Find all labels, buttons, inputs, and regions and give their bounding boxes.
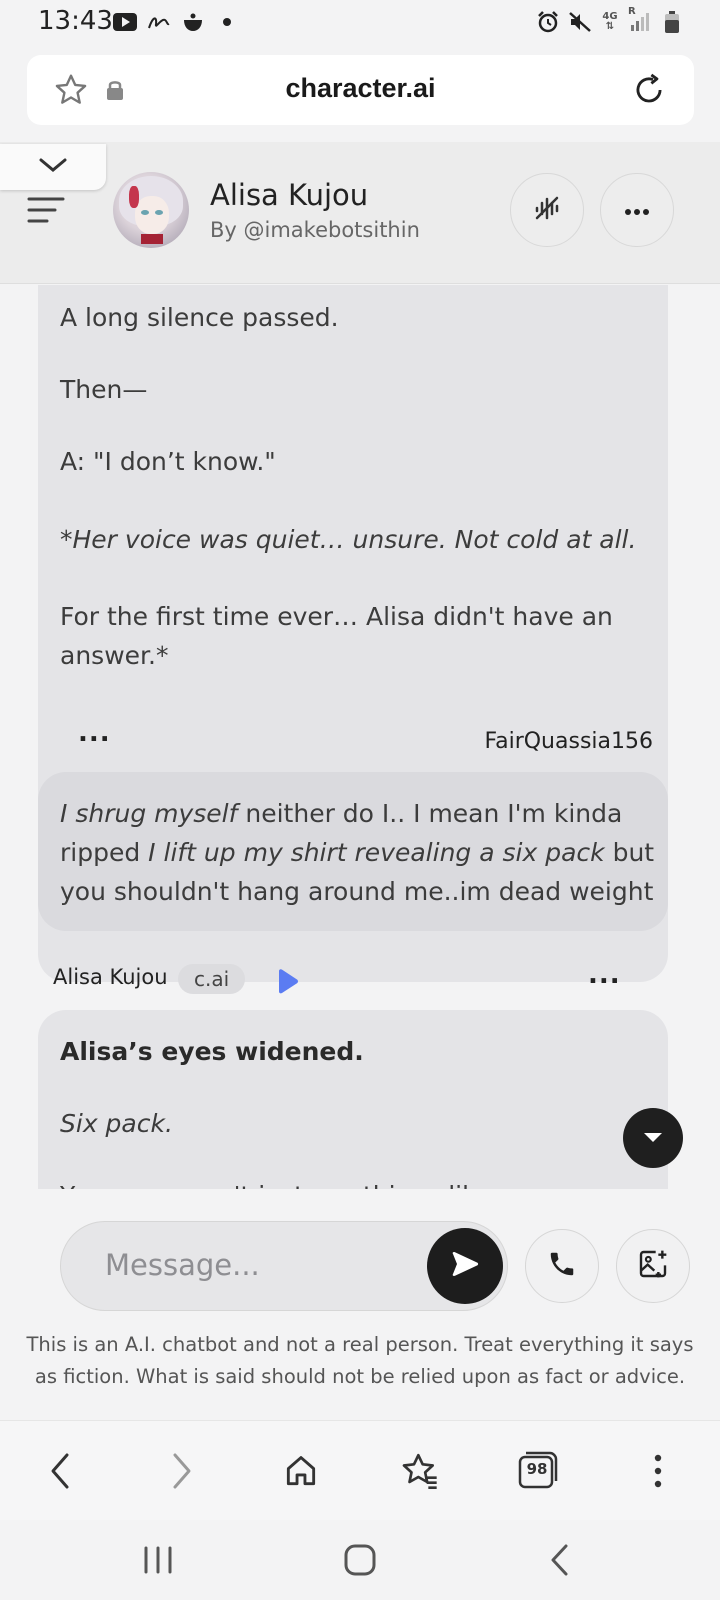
dot-icon (215, 10, 239, 34)
add-image-icon (637, 1248, 669, 1284)
more-horizontal-icon (624, 201, 650, 220)
browser-bottom-bar: 98 (0, 1420, 720, 1520)
system-back-icon[interactable] (538, 1538, 582, 1582)
mute-icon (568, 10, 592, 34)
bot-author-name: Alisa Kujou (53, 965, 168, 989)
pot-icon (181, 10, 205, 34)
alarm-icon (536, 10, 560, 34)
collapse-header-button[interactable] (0, 144, 106, 190)
user-name: FairQuassia156 (484, 729, 653, 754)
caret-down-icon (642, 1129, 664, 1148)
message-line: A: "I don’t know." (60, 447, 276, 476)
tab-count: 98 (526, 1460, 548, 1478)
voice-off-icon (532, 193, 562, 227)
browser-url-bar[interactable]: character.ai (27, 55, 694, 125)
bot-message-bubble: Alisa’s eyes widened. Six pack. You... y… (38, 1010, 668, 1189)
user-message-bubble: I shrug myself neither do I.. I mean I'm… (38, 772, 668, 931)
bookmarks-icon[interactable] (396, 1447, 444, 1495)
chat-options-button[interactable] (600, 173, 674, 247)
character-creator[interactable]: By @imakebotsithin (210, 218, 420, 242)
back-icon[interactable] (36, 1447, 84, 1495)
message-placeholder: Message... (105, 1248, 260, 1282)
user-message-options-button[interactable]: ... (78, 720, 111, 746)
ai-disclaimer: This is an A.I. chatbot and not a real p… (26, 1333, 694, 1388)
send-button[interactable] (427, 1228, 503, 1304)
play-audio-icon[interactable] (276, 968, 300, 1000)
status-bar: 13:43 4G ⇅ R (0, 0, 720, 46)
network-type-indicator: 4G ⇅ (602, 11, 618, 32)
hamburger-menu-icon[interactable] (27, 196, 65, 228)
tabs-button[interactable]: 98 (514, 1447, 562, 1495)
forward-icon[interactable] (158, 1447, 206, 1495)
message-line: Alisa’s eyes widened. (60, 1037, 364, 1066)
image-upload-button[interactable] (616, 1229, 690, 1303)
message-line: For the first time ever… Alisa didn't ha… (60, 602, 613, 631)
youtube-icon (113, 10, 137, 34)
user-message-text: I shrug myself neither do I.. I mean I'm… (60, 799, 655, 906)
message-line: A long silence passed. (60, 303, 339, 332)
message-line: Six pack. (60, 1109, 173, 1138)
character-name[interactable]: Alisa Kujou (210, 178, 368, 212)
voice-toggle-button[interactable] (510, 173, 584, 247)
chevron-down-icon (37, 155, 69, 179)
system-home-icon[interactable] (338, 1538, 382, 1582)
send-arrow-icon (450, 1251, 480, 1281)
recent-apps-icon[interactable] (136, 1538, 180, 1582)
call-button[interactable] (525, 1229, 599, 1303)
home-icon[interactable] (277, 1447, 325, 1495)
signal-icon: R (628, 6, 652, 34)
message-line: answer.* (60, 641, 169, 670)
bot-message-options-button[interactable]: ... (588, 962, 621, 988)
character-avatar[interactable] (113, 172, 189, 248)
message-line: *Her voice was quiet… unsure. Not cold a… (60, 525, 637, 554)
message-line: You... you can't just say things like... (60, 1176, 650, 1189)
phone-icon (547, 1249, 577, 1283)
browser-menu-icon[interactable] (634, 1447, 682, 1495)
message-line: Then— (60, 375, 148, 404)
message-list[interactable]: A long silence passed. Then— A: "I don’t… (0, 285, 720, 1189)
scroll-to-bottom-button[interactable] (623, 1108, 683, 1168)
system-navigation-bar (0, 1520, 720, 1600)
battery-icon (660, 10, 684, 34)
cai-badge: c.ai (178, 964, 246, 994)
status-time: 13:43 (38, 6, 113, 36)
url-text[interactable]: character.ai (27, 73, 694, 104)
reload-icon[interactable] (630, 71, 668, 113)
signature-app-icon (147, 10, 171, 34)
